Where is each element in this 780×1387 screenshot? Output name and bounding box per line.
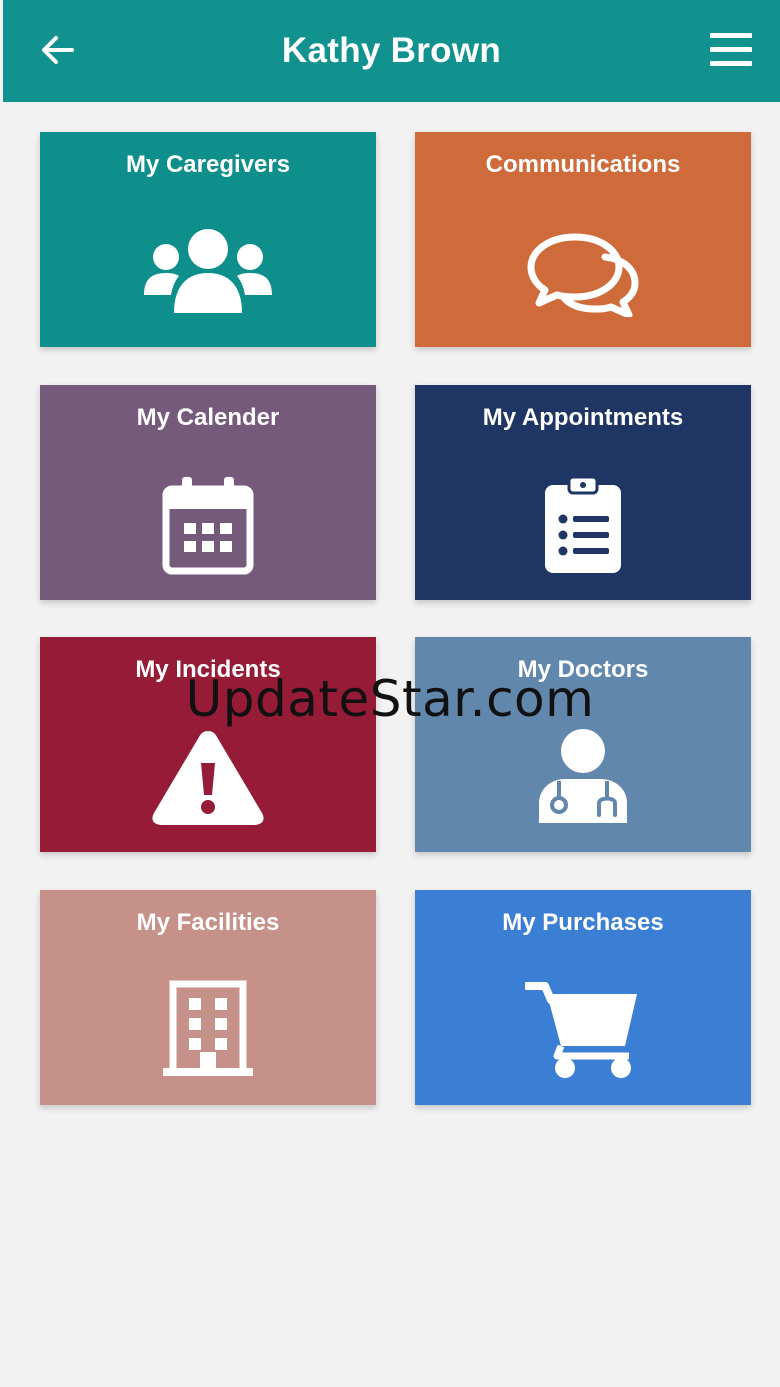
building-icon bbox=[143, 980, 273, 1080]
tile-label: My Purchases bbox=[502, 909, 664, 936]
tile-my-calender[interactable]: My Calender bbox=[40, 385, 376, 600]
app-screen: Kathy Brown My Caregivers Communications bbox=[0, 0, 780, 1387]
calendar-icon bbox=[143, 475, 273, 575]
back-button[interactable] bbox=[37, 30, 77, 70]
page-title: Kathy Brown bbox=[281, 31, 502, 70]
tile-label: Communications bbox=[485, 151, 681, 178]
tile-my-doctors[interactable]: My Doctors bbox=[415, 637, 751, 852]
clipboard-list-icon bbox=[518, 475, 648, 575]
tile-communications[interactable]: Communications bbox=[415, 132, 751, 347]
hamburger-menu-icon bbox=[710, 33, 752, 66]
chat-bubbles-icon bbox=[518, 222, 648, 322]
tile-label: My Calender bbox=[136, 404, 280, 431]
tile-label: My Appointments bbox=[482, 404, 684, 431]
tile-my-facilities[interactable]: My Facilities bbox=[40, 890, 376, 1105]
tile-label: My Incidents bbox=[135, 656, 281, 683]
shopping-cart-icon bbox=[518, 980, 648, 1080]
tile-my-appointments[interactable]: My Appointments bbox=[415, 385, 751, 600]
users-group-icon bbox=[143, 222, 273, 322]
tile-label: My Caregivers bbox=[125, 151, 291, 178]
tile-my-incidents[interactable]: My Incidents bbox=[40, 637, 376, 852]
doctor-icon bbox=[518, 727, 648, 827]
menu-button[interactable] bbox=[708, 28, 754, 72]
tile-my-purchases[interactable]: My Purchases bbox=[415, 890, 751, 1105]
warning-triangle-icon bbox=[143, 727, 273, 827]
app-header: Kathy Brown bbox=[3, 0, 780, 102]
tile-my-caregivers[interactable]: My Caregivers bbox=[40, 132, 376, 347]
arrow-left-icon bbox=[42, 36, 74, 64]
tile-label: My Doctors bbox=[517, 656, 649, 683]
tile-label: My Facilities bbox=[136, 909, 280, 936]
